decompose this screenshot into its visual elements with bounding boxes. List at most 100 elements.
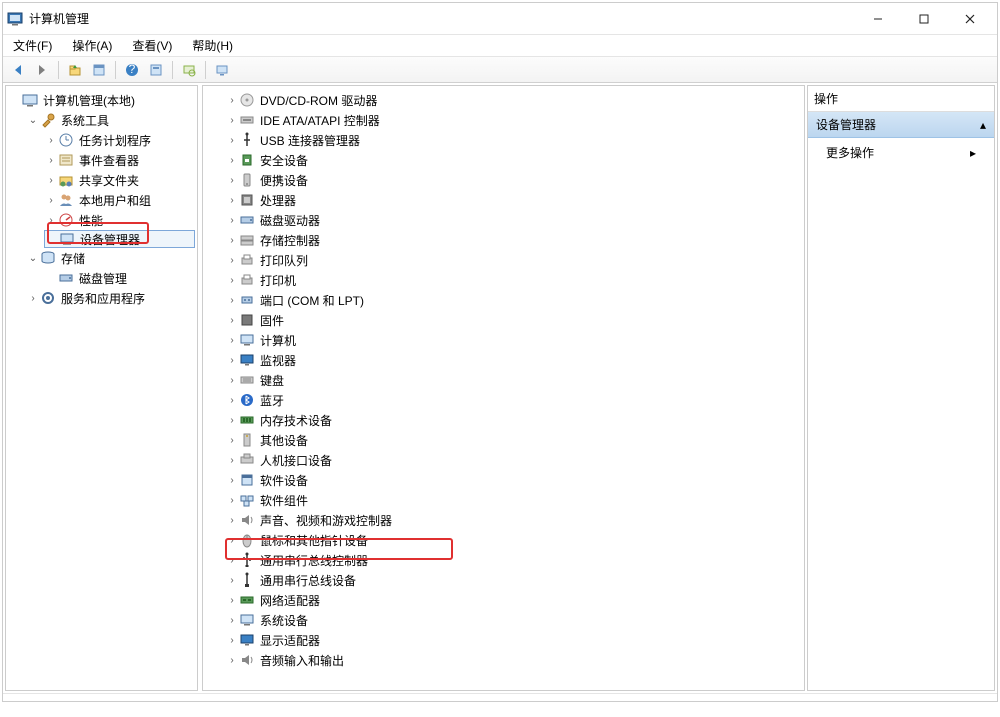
展开图标[interactable]: › (225, 655, 239, 666)
展开图标[interactable]: › (225, 175, 239, 186)
操作菜单[interactable]: 操作(A) (68, 35, 116, 56)
展开图标[interactable]: › (225, 415, 239, 426)
帮助菜单[interactable]: 帮助(H) (188, 35, 237, 56)
设备节点-network[interactable]: ›网络适配器 (225, 590, 802, 610)
展开图标[interactable]: › (225, 535, 239, 546)
设备管理器节点-选中[interactable]: 设备管理器 (44, 230, 195, 248)
展开图标[interactable]: › (225, 555, 239, 566)
操作章节-设备管理器[interactable]: 设备管理器 ▴ (808, 112, 994, 138)
系统工具节点[interactable]: ⌄ 系统工具 (26, 110, 195, 130)
展开图标[interactable]: › (225, 255, 239, 266)
设备节点-sw_components[interactable]: ›软件组件 (225, 490, 802, 510)
展开图标[interactable]: › (225, 375, 239, 386)
展开图标[interactable]: › (225, 195, 239, 206)
帮助按钮[interactable]: ? (121, 59, 143, 81)
sw_devices-图标 (239, 472, 255, 488)
磁盘管理节点[interactable]: 磁盘管理 (44, 268, 195, 288)
设备节点-keyboards[interactable]: ›键盘 (225, 370, 802, 390)
事件查看器节点[interactable]: ›事件查看器 (44, 150, 195, 170)
展开图标[interactable]: › (225, 455, 239, 466)
设备节点-security[interactable]: ›安全设备 (225, 150, 802, 170)
左侧导航窗格: 计算机管理(本地) ⌄ 系统工具 ›任务计划程序 ›事件查看器 (5, 85, 198, 691)
前进按钮[interactable] (31, 59, 53, 81)
上级按钮[interactable] (64, 59, 86, 81)
展开图标[interactable]: › (225, 135, 239, 146)
设备节点-mouse[interactable]: ›鼠标和其他指针设备 (225, 530, 802, 550)
任务计划程序节点[interactable]: ›任务计划程序 (44, 130, 195, 150)
最大化按钮[interactable] (901, 4, 947, 34)
展开图标[interactable]: › (225, 475, 239, 486)
设备节点-portable[interactable]: ›便携设备 (225, 170, 802, 190)
设备节点-usb_ctrl[interactable]: ›通用串行总线控制器 (225, 550, 802, 570)
processors-图标 (239, 192, 255, 208)
展开图标[interactable]: › (225, 495, 239, 506)
性能节点[interactable]: ›性能 (44, 210, 195, 230)
设备节点-sound[interactable]: ›声音、视频和游戏控制器 (225, 510, 802, 530)
设备节点-bluetooth[interactable]: ›蓝牙 (225, 390, 802, 410)
bluetooth-图标 (239, 392, 255, 408)
audio_io-图标 (239, 652, 255, 668)
设备节点-usb_conn[interactable]: ›USB 连接器管理器 (225, 130, 802, 150)
共享图标 (58, 172, 74, 188)
服务和应用程序节点[interactable]: ›服务和应用程序 (26, 288, 195, 308)
展开图标[interactable]: › (225, 355, 239, 366)
设备节点-storage_ctrl[interactable]: ›存储控制器 (225, 230, 802, 250)
disk_drives-图标 (239, 212, 255, 228)
展开图标[interactable]: › (225, 615, 239, 626)
本地用户和组节点[interactable]: ›本地用户和组 (44, 190, 195, 210)
存储节点[interactable]: ⌄ 存储 (26, 248, 195, 268)
设备节点-firmware[interactable]: ›固件 (225, 310, 802, 330)
设备节点-system_dev[interactable]: ›系统设备 (225, 610, 802, 630)
展开图标[interactable]: › (225, 155, 239, 166)
显示设备按钮[interactable] (211, 59, 233, 81)
展开图标[interactable]: › (225, 315, 239, 326)
展开图标[interactable]: › (225, 275, 239, 286)
设备节点-ide[interactable]: ›IDE ATA/ATAPI 控制器 (225, 110, 802, 130)
设备节点-printers[interactable]: ›打印机 (225, 270, 802, 290)
展开图标[interactable]: › (225, 595, 239, 606)
展开图标[interactable]: › (225, 115, 239, 126)
展开图标[interactable]: › (225, 395, 239, 406)
关闭按钮[interactable] (947, 4, 993, 34)
设备节点-usb_dev[interactable]: ›通用串行总线设备 (225, 570, 802, 590)
printers-图标 (239, 272, 255, 288)
扫描硬件按钮[interactable] (178, 59, 200, 81)
设备节点-display[interactable]: ›显示适配器 (225, 630, 802, 650)
共享文件夹节点[interactable]: ›共享文件夹 (44, 170, 195, 190)
工具栏: ? (3, 57, 997, 83)
展开图标[interactable]: › (225, 635, 239, 646)
usb_ctrl-图标 (239, 552, 255, 568)
展开图标[interactable]: › (225, 515, 239, 526)
设备节点-computer[interactable]: ›计算机 (225, 330, 802, 350)
查看菜单[interactable]: 查看(V) (128, 35, 176, 56)
展开图标[interactable]: › (225, 295, 239, 306)
设备节点-ports[interactable]: ›端口 (COM 和 LPT) (225, 290, 802, 310)
操作项-更多操作[interactable]: 更多操作 ▸ (808, 138, 994, 167)
设备节点-hid[interactable]: ›人机接口设备 (225, 450, 802, 470)
后退按钮[interactable] (7, 59, 29, 81)
设备节点-monitors[interactable]: ›监视器 (225, 350, 802, 370)
设备节点-other[interactable]: ›其他设备 (225, 430, 802, 450)
时钟图标 (58, 132, 74, 148)
设备节点-sw_devices[interactable]: ›软件设备 (225, 470, 802, 490)
设备节点-print_queue[interactable]: ›打印队列 (225, 250, 802, 270)
展开图标[interactable]: › (225, 435, 239, 446)
文件菜单[interactable]: 文件(F) (9, 35, 56, 56)
根节点[interactable]: 计算机管理(本地) (8, 90, 195, 110)
分隔符 (58, 61, 59, 79)
展开图标[interactable]: › (225, 95, 239, 106)
展开图标[interactable]: › (225, 215, 239, 226)
属性按钮[interactable] (88, 59, 110, 81)
折叠图标[interactable]: ⌄ (26, 115, 40, 126)
设备节点-memory[interactable]: ›内存技术设备 (225, 410, 802, 430)
展开图标[interactable]: › (225, 335, 239, 346)
设备节点-dvd[interactable]: ›DVD/CD-ROM 驱动器 (225, 90, 802, 110)
展开图标[interactable]: › (225, 235, 239, 246)
刷新按钮[interactable] (145, 59, 167, 81)
设备节点-audio_io[interactable]: ›音频输入和输出 (225, 650, 802, 670)
usb_conn-图标 (239, 132, 255, 148)
最小化按钮[interactable] (855, 4, 901, 34)
设备节点-processors[interactable]: ›处理器 (225, 190, 802, 210)
设备节点-disk_drives[interactable]: ›磁盘驱动器 (225, 210, 802, 230)
展开图标[interactable]: › (225, 575, 239, 586)
